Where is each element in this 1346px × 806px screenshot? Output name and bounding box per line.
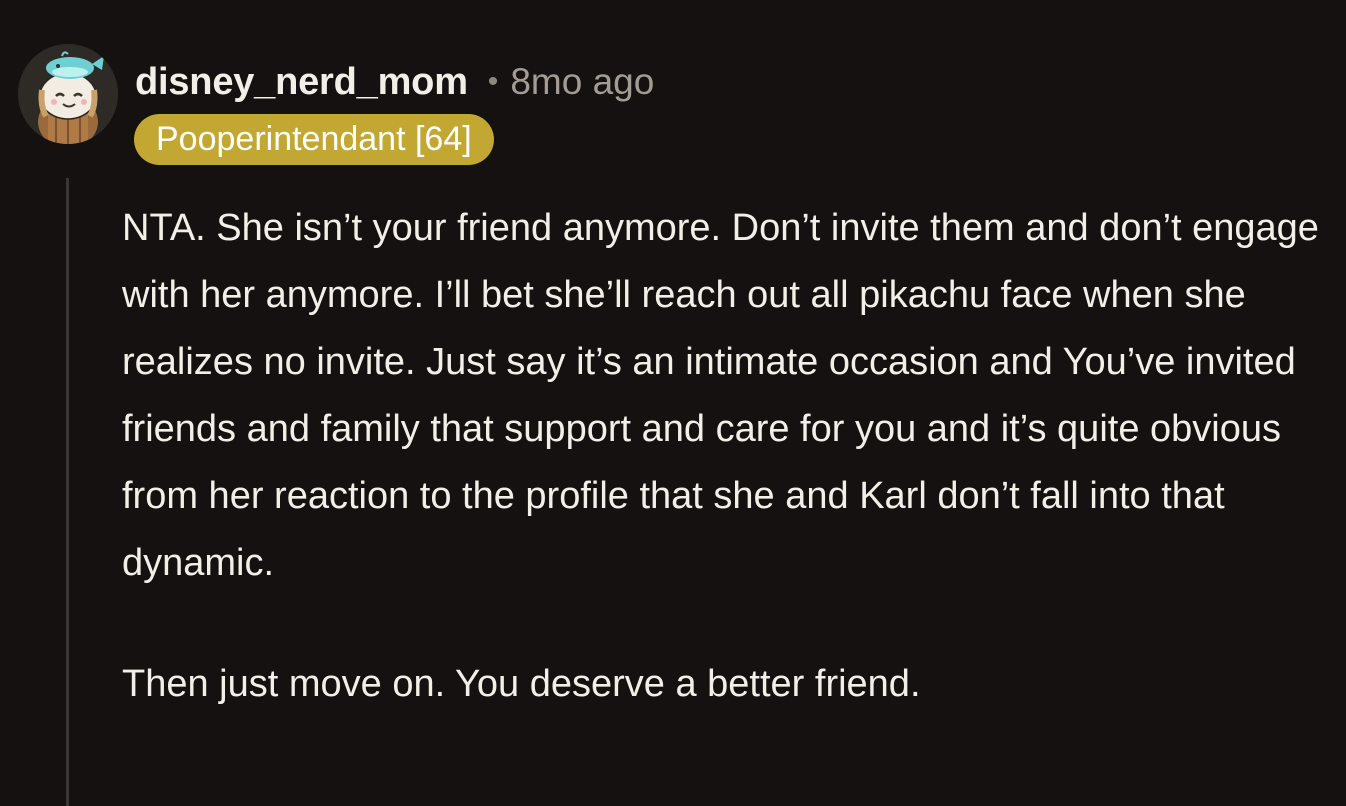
comment: disney_nerd_mom • 8mo ago Pooperintendan… xyxy=(0,0,1346,806)
timestamp[interactable]: 8mo ago xyxy=(510,61,654,103)
comment-paragraph: NTA. She isn’t your friend anymore. Don’… xyxy=(122,207,1319,584)
user-flair-badge: Pooperintendant [64] xyxy=(134,114,494,165)
comment-paragraph: Then just move on. You deserve a better … xyxy=(122,663,921,705)
user-avatar[interactable] xyxy=(18,44,118,144)
comment-header: disney_nerd_mom • 8mo ago xyxy=(135,57,654,107)
thread-line[interactable] xyxy=(66,178,69,806)
snoo-avatar-icon xyxy=(18,44,118,144)
username-link[interactable]: disney_nerd_mom xyxy=(135,61,468,104)
comment-body: NTA. She isn’t your friend anymore. Don’… xyxy=(122,195,1332,718)
separator-dot: • xyxy=(487,65,499,98)
